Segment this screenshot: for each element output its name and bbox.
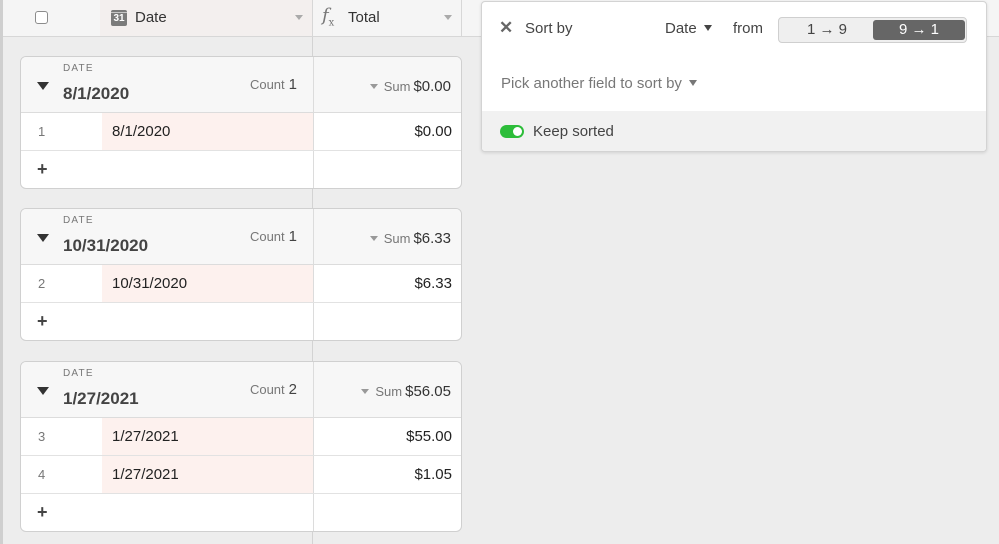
chevron-down-icon[interactable] [295,15,303,20]
chevron-down-icon [361,389,370,395]
add-record-row[interactable]: + [21,494,461,531]
group-field-label: DATE [63,368,94,379]
chevron-down-icon [369,84,378,90]
group-count: Count 2 [249,381,297,398]
collapse-triangle-icon[interactable] [37,234,49,242]
column-header-total[interactable]: fx Total [314,0,462,36]
group-sum[interactable]: Sum $56.05 [361,383,451,400]
group-field-label: DATE [63,63,94,74]
sort-ascending-option[interactable]: 1 → 9 [781,20,873,40]
column-header-total-label: Total [348,9,380,26]
row-number: 4 [38,467,46,482]
date-cell[interactable]: 1/27/2021 [102,456,313,493]
plus-icon[interactable]: + [37,502,48,523]
total-cell[interactable]: $0.00 [414,123,452,140]
select-all-cell [3,0,100,36]
group-header[interactable]: DATE 1/27/2021 Count 2 Sum $56.05 [21,362,461,418]
group-field-label: DATE [63,215,94,226]
from-label: from [733,20,763,37]
date-cell[interactable]: 1/27/2021 [102,418,313,455]
close-icon[interactable]: ✕ [499,18,513,38]
add-record-row[interactable]: + [21,151,461,188]
table-row[interactable]: 2 10/31/2020 $6.33 [21,265,461,303]
add-record-row[interactable]: + [21,303,461,340]
chevron-down-icon [369,236,378,242]
sort-direction-toggle: 1 → 9 9 → 1 [778,17,967,43]
total-cell[interactable]: $1.05 [414,466,452,483]
group-value: 8/1/2020 [63,84,130,103]
group-value: 1/27/2021 [63,389,139,408]
group-value: 10/31/2020 [63,236,149,255]
group-count: Count 1 [249,76,297,93]
chevron-down-icon [703,24,712,31]
record-group: DATE 10/31/2020 Count 1 Sum $6.33 2 10/31/… [20,208,462,341]
sort-panel: ✕ Sort by Date from 1 → 9 9 → 1 Pick ano… [481,1,987,152]
column-header-date[interactable]: 31 Date [100,0,313,36]
chevron-down-icon [688,79,697,86]
sort-by-label: Sort by [525,20,573,37]
table-row[interactable]: 4 1/27/2021 $1.05 [21,456,461,494]
row-number: 2 [38,276,46,291]
group-header[interactable]: DATE 8/1/2020 Count 1 Sum $0.00 [21,57,461,113]
select-all-checkbox[interactable] [35,11,48,24]
keep-sorted-bar: Keep sorted [482,111,986,151]
row-number: 1 [38,124,46,139]
collapse-triangle-icon[interactable] [37,387,49,395]
table-row[interactable]: 1 8/1/2020 $0.00 [21,113,461,151]
add-sort-field-select[interactable]: Pick another field to sort by [501,75,697,92]
keep-sorted-toggle[interactable] [500,125,524,138]
row-number: 3 [38,429,46,444]
sort-descending-option[interactable]: 9 → 1 [873,20,965,40]
keep-sorted-label: Keep sorted [533,123,614,140]
record-group: DATE 1/27/2021 Count 2 Sum $56.05 3 1/27/2… [20,361,462,532]
group-sum[interactable]: Sum $0.00 [369,78,451,95]
date-cell[interactable]: 10/31/2020 [102,265,313,302]
group-sum[interactable]: Sum $6.33 [369,230,451,247]
plus-icon[interactable]: + [37,159,48,180]
date-cell[interactable]: 8/1/2020 [102,113,313,150]
left-edge [0,0,3,544]
toggle-knob [513,127,522,136]
group-count: Count 1 [249,228,297,245]
column-header-date-label: Date [135,9,167,26]
plus-icon[interactable]: + [37,311,48,332]
chevron-down-icon[interactable] [444,15,452,20]
formula-icon: fx [322,5,335,29]
collapse-triangle-icon[interactable] [37,82,49,90]
total-cell[interactable]: $55.00 [406,428,452,445]
table-row[interactable]: 3 1/27/2021 $55.00 [21,418,461,456]
calendar-icon: 31 [111,10,127,26]
sort-field-select[interactable]: Date [665,20,712,37]
record-group: DATE 8/1/2020 Count 1 Sum $0.00 1 8/1/2020… [20,56,462,189]
total-cell[interactable]: $6.33 [414,275,452,292]
group-header[interactable]: DATE 10/31/2020 Count 1 Sum $6.33 [21,209,461,265]
